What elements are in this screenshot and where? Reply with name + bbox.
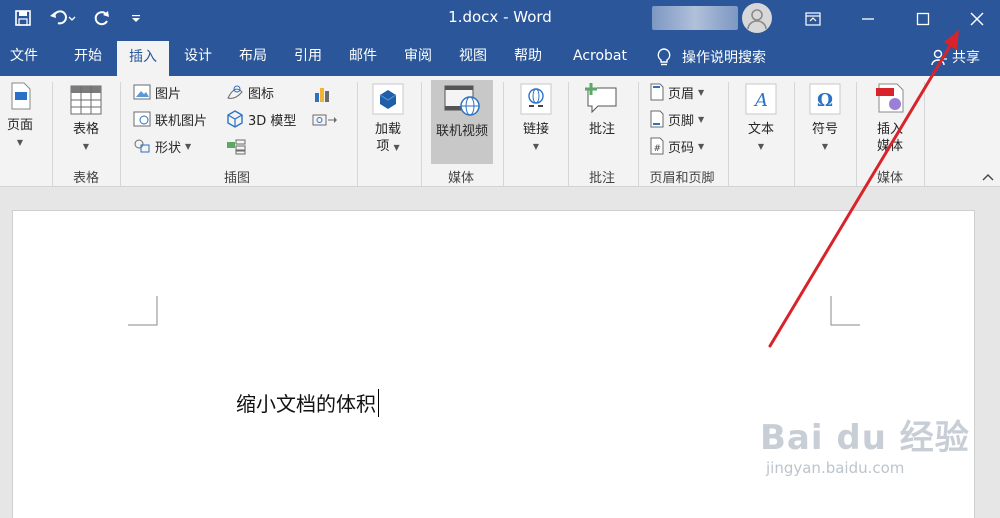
annotation-arrow [768,30,959,348]
word-window: 1.docx - Word 文件 开始 插入 设计 布局 引用 邮件 审阅 视图… [0,0,1000,518]
